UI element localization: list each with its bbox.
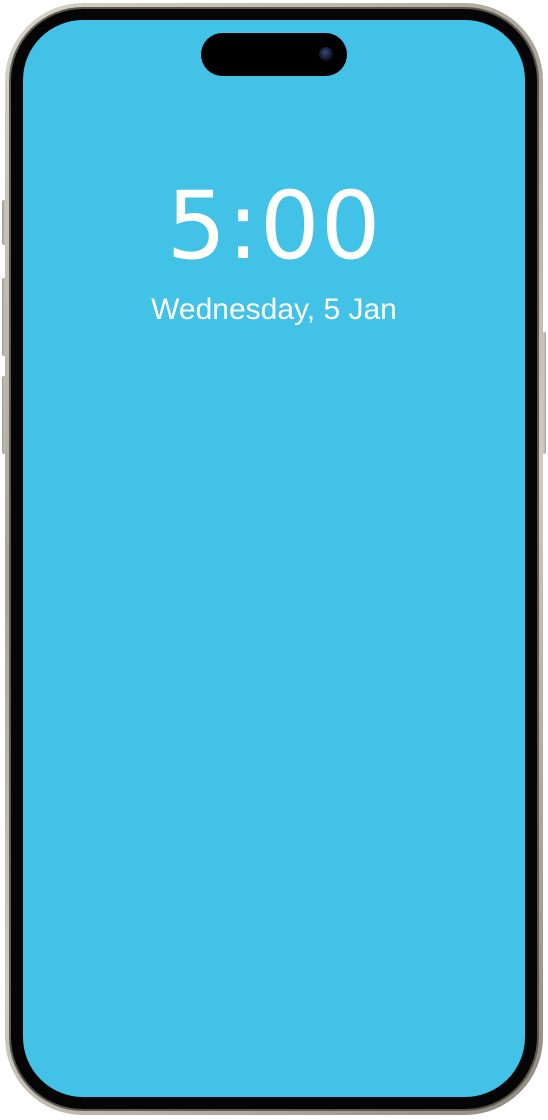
lock-screen[interactable]: 5:00 Wednesday, 5 Jan [23, 20, 525, 1097]
phone-frame: 5:00 Wednesday, 5 Jan [5, 3, 543, 1115]
lock-screen-date: Wednesday, 5 Jan [151, 293, 397, 326]
phone-bezel: 5:00 Wednesday, 5 Jan [11, 9, 537, 1109]
phone-mockup: 5:00 Wednesday, 5 Jan [0, 0, 548, 1120]
lock-screen-time: 5:00 [166, 172, 382, 281]
dynamic-island [201, 33, 347, 76]
front-camera-icon [319, 47, 333, 61]
